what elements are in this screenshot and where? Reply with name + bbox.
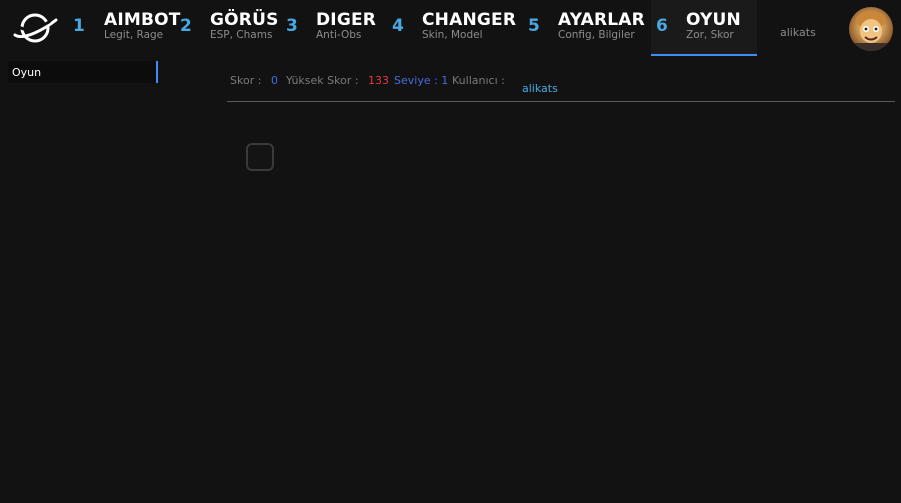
tab-title: OYUN [686, 10, 741, 30]
tab-number: 3 [286, 16, 298, 36]
app-window: 1 AIMBOT Legit, Rage 2 GÖRÜS ESP, Chams … [0, 0, 901, 503]
tab-number: 1 [73, 16, 85, 36]
tab-title: DIGER [316, 10, 377, 30]
divider [227, 101, 895, 102]
sidebar: Oyun [0, 56, 160, 503]
current-username: alikats [522, 82, 558, 95]
tab-subtitle: Skin, Model [422, 29, 483, 41]
bottom-status-strip [40, 498, 460, 503]
tab-number: 5 [528, 16, 540, 36]
tab-gorus[interactable]: 2 GÖRÜS ESP, Chams [177, 0, 285, 56]
tab-aimbot[interactable]: 1 AIMBOT Legit, Rage [70, 0, 185, 56]
tab-title: GÖRÜS [210, 10, 279, 30]
tab-title: CHANGER [422, 10, 517, 30]
tab-title: AIMBOT [104, 10, 181, 30]
sidebar-item-oyun[interactable]: Oyun [8, 61, 158, 83]
high-score-label: Yüksek Skor : [286, 74, 359, 87]
tab-subtitle: Zor, Skor [686, 29, 734, 41]
tab-title: AYARLAR [558, 10, 645, 30]
score-label: Skor : [230, 74, 262, 87]
tab-subtitle: Anti-Obs [316, 29, 362, 41]
game-checkbox[interactable] [246, 143, 274, 171]
main-content: Skor : 0 Yüksek Skor : 133 Seviye : 1 Ku… [160, 56, 901, 503]
tab-diger[interactable]: 3 DIGER Anti-Obs [283, 0, 388, 56]
tab-number: 6 [656, 16, 668, 36]
header-username: alikats [780, 26, 816, 39]
tab-subtitle: Config, Bilgiler [558, 29, 635, 41]
level-indicator: Seviye : 1 [394, 74, 449, 87]
tab-ayarlar[interactable]: 5 AYARLAR Config, Bilgiler [525, 0, 650, 56]
top-navigation-bar: 1 AIMBOT Legit, Rage 2 GÖRÜS ESP, Chams … [0, 0, 901, 56]
sidebar-item-label: Oyun [12, 66, 42, 79]
tab-subtitle: ESP, Chams [210, 29, 273, 41]
planet-ring-logo-icon [12, 8, 58, 48]
tab-number: 4 [392, 16, 404, 36]
tab-number: 2 [180, 16, 192, 36]
user-avatar[interactable] [849, 7, 893, 51]
high-score-value: 133 [368, 74, 389, 87]
score-value: 0 [271, 74, 278, 87]
tab-changer[interactable]: 4 CHANGER Skin, Model [389, 0, 519, 56]
user-label: Kullanıcı : [452, 74, 505, 87]
tab-oyun[interactable]: 6 OYUN Zor, Skor [651, 0, 757, 56]
tab-subtitle: Legit, Rage [104, 29, 164, 41]
